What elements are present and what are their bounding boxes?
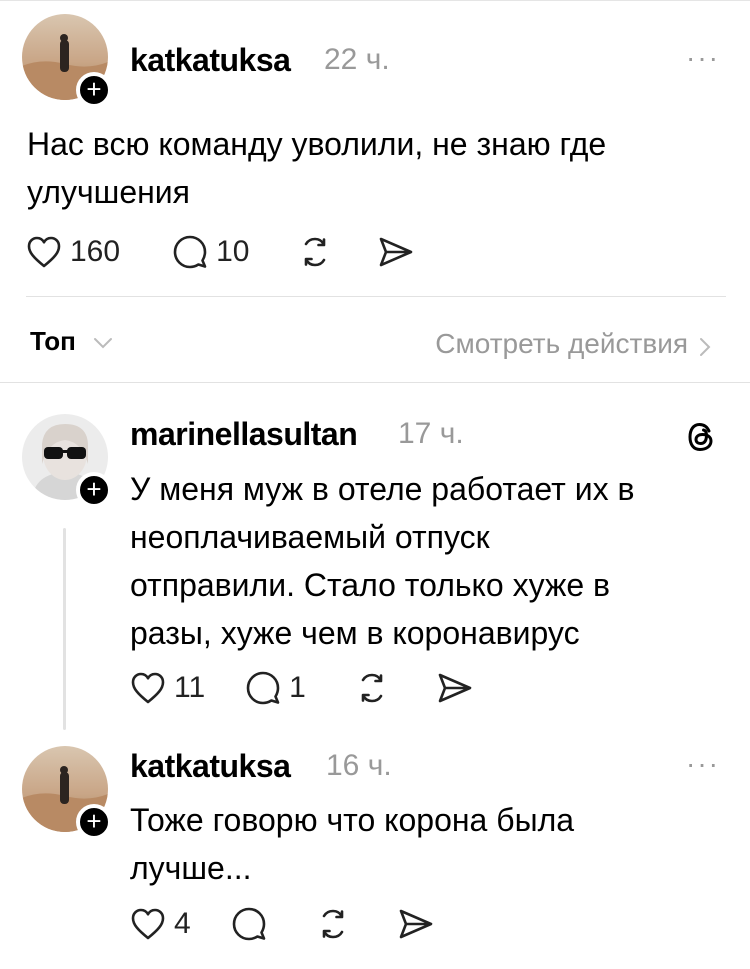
like-count: 160	[70, 235, 121, 268]
reply-timestamp: 16 ч.	[326, 749, 392, 782]
heart-icon	[131, 672, 165, 704]
comment-bubble-icon	[232, 907, 265, 941]
share-button[interactable]	[436, 671, 474, 705]
reply-username[interactable]: marinellasultan	[130, 416, 358, 453]
post-timestamp: 22 ч.	[324, 43, 390, 76]
post-text-line: Нас всю команду уволили, не знаю где	[27, 126, 607, 162]
post-divider	[26, 296, 726, 297]
reply-text-line: отправили. Стало только хуже в	[130, 567, 611, 603]
chevron-right-icon[interactable]	[698, 336, 712, 358]
repost-button[interactable]	[354, 671, 390, 705]
send-icon	[438, 673, 472, 703]
chevron-down-icon[interactable]	[92, 336, 114, 350]
comment-count: 1	[289, 671, 306, 704]
post-actions: 160 10	[26, 232, 415, 272]
like-count: 4	[174, 907, 191, 940]
reply-username[interactable]: katkatuksa	[130, 748, 291, 785]
share-button[interactable]	[377, 235, 415, 269]
repost-icon	[322, 909, 343, 939]
comment-bubble-icon	[246, 671, 280, 705]
like-button[interactable]: 160	[26, 235, 120, 269]
comment-button[interactable]: 1	[245, 670, 306, 706]
like-button[interactable]: 4	[130, 907, 191, 941]
section-divider	[0, 382, 750, 383]
reply-text-line: У меня муж в отеле работает их в	[130, 471, 635, 507]
comment-button[interactable]	[231, 906, 275, 942]
sort-dropdown[interactable]: Топ	[30, 326, 76, 357]
repost-icon	[305, 237, 326, 267]
more-dots-icon[interactable]: ···	[686, 44, 720, 72]
repost-button[interactable]	[315, 907, 351, 941]
heart-icon	[27, 236, 61, 268]
reply-actions: 11 1	[130, 668, 474, 708]
follow-plus-icon[interactable]: +	[76, 472, 112, 508]
follow-plus-icon[interactable]: +	[76, 72, 112, 108]
more-dots-icon[interactable]: ···	[686, 750, 720, 778]
send-icon	[380, 237, 413, 267]
repost-icon	[361, 673, 383, 703]
view-activity-link[interactable]: Смотреть действия	[435, 328, 688, 360]
reply-text-line: неоплачиваемый отпуск	[130, 519, 490, 555]
heart-icon	[131, 908, 165, 940]
top-edge-border	[0, 0, 750, 4]
post-text-line: улучшения	[27, 174, 190, 210]
comment-bubble-icon	[173, 235, 207, 269]
like-count: 11	[174, 671, 206, 704]
reply-actions: 4	[130, 904, 435, 944]
like-button[interactable]: 11	[130, 671, 205, 705]
follow-plus-icon[interactable]: +	[76, 804, 112, 840]
reply-timestamp: 17 ч.	[398, 417, 464, 450]
reply-text-line: Тоже говорю что корона была	[130, 802, 575, 838]
reply-text-line: лучше...	[130, 850, 252, 886]
post-username[interactable]: katkatuksa	[130, 42, 291, 79]
thread-connector-line	[63, 528, 66, 730]
comment-button[interactable]: 10	[172, 234, 249, 270]
threads-icon[interactable]	[686, 420, 718, 454]
send-icon	[399, 909, 432, 939]
repost-button[interactable]	[297, 235, 333, 269]
share-button[interactable]	[397, 907, 435, 941]
reply-text-line: разы, хуже чем в коронавирус	[130, 615, 580, 651]
comment-count: 10	[216, 235, 250, 268]
